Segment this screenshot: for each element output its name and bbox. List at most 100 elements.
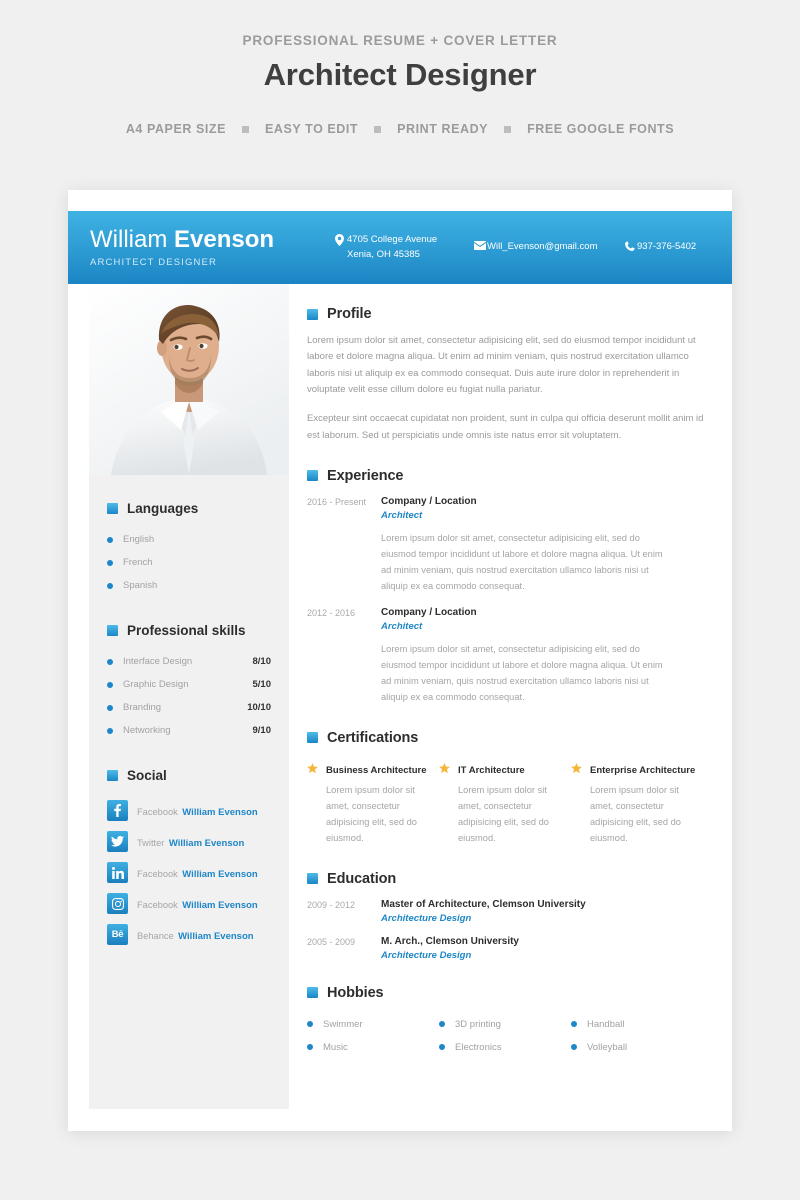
bullet-icon bbox=[107, 727, 113, 734]
entry-date: 2012 - 2016 bbox=[307, 607, 356, 618]
section-marker-icon bbox=[307, 987, 318, 999]
bullet-icon bbox=[107, 559, 113, 566]
social-text: Facebook William Evenson bbox=[137, 899, 258, 911]
list-item: Electronics bbox=[439, 1036, 571, 1059]
bullet-icon bbox=[107, 582, 113, 589]
profile-paragraph: Excepteur sint occaecat cupidatat non pr… bbox=[307, 413, 704, 441]
section-hobbies: Hobbies Swimmer 3D printing Handball Mus… bbox=[307, 985, 711, 1059]
bullet-icon bbox=[307, 1044, 313, 1051]
promo-banner: PROFESSIONAL RESUME + COVER LETTER Archi… bbox=[0, 0, 800, 136]
bullet-icon bbox=[307, 1021, 313, 1028]
contact-phone[interactable]: 937-376-5402 bbox=[622, 240, 732, 255]
job-role: ARCHITECT DESIGNER bbox=[90, 257, 217, 269]
profile-photo bbox=[89, 284, 289, 475]
languages-title: Languages bbox=[127, 501, 199, 516]
social-text: Facebook William Evenson bbox=[137, 806, 258, 818]
linkedin-icon bbox=[107, 862, 128, 883]
bullet-icon bbox=[107, 704, 113, 711]
first-name: William bbox=[90, 225, 168, 253]
experience-title: Experience bbox=[327, 467, 404, 484]
entry-title: M. Arch., Clemson University bbox=[381, 935, 519, 947]
profile-heading: Profile bbox=[307, 306, 711, 322]
certifications-heading: Certifications bbox=[307, 730, 711, 746]
bullet-icon bbox=[107, 536, 113, 543]
sidebar-section-skills: Professional skills Interface Design 8/1… bbox=[107, 623, 271, 742]
list-item: 3D printing bbox=[439, 1013, 571, 1036]
entry-subtitle: Architecture Design bbox=[381, 912, 472, 924]
list-item: Music bbox=[307, 1036, 439, 1059]
list-item: Branding 10/10 bbox=[107, 696, 271, 719]
social-link-facebook[interactable]: Facebook William Evenson bbox=[107, 795, 271, 826]
social-link-instagram[interactable]: Facebook William Evenson bbox=[107, 888, 271, 919]
main-column: Profile Lorem ipsum dolor sit amet, cons… bbox=[307, 306, 711, 1059]
list-item: Graphic Design 5/10 bbox=[107, 673, 271, 696]
promo-feature: FREE GOOGLE FONTS bbox=[527, 122, 675, 136]
entry-title: Master of Architecture, Clemson Universi… bbox=[381, 898, 586, 910]
section-profile: Profile Lorem ipsum dolor sit amet, cons… bbox=[307, 306, 711, 444]
social-text: Facebook William Evenson bbox=[137, 868, 258, 880]
star-icon bbox=[571, 760, 582, 847]
education-entry: 2005 - 2009 M. Arch., Clemson University… bbox=[307, 936, 711, 961]
skills-title: Professional skills bbox=[127, 623, 246, 638]
sidebar-section-languages: Languages English French Spanish bbox=[107, 501, 271, 597]
bullet-icon bbox=[439, 1021, 445, 1028]
social-title: Social bbox=[127, 768, 167, 783]
resume-header-band: William Evenson ARCHITECT DESIGNER 4705 … bbox=[68, 211, 732, 284]
list-item: Networking 9/10 bbox=[107, 719, 271, 742]
section-marker-icon bbox=[307, 873, 318, 885]
left-column: Languages English French Spanish Profess… bbox=[89, 284, 289, 1109]
hobby-list: Swimmer 3D printing Handball Music Elect… bbox=[307, 1013, 711, 1059]
social-link-twitter[interactable]: Twitter William Evenson bbox=[107, 826, 271, 857]
certification-description: Lorem ipsum dolor sit amet, consectetur … bbox=[326, 784, 417, 843]
promo-feature: A4 PAPER SIZE bbox=[125, 122, 227, 136]
feature-separator-icon bbox=[242, 125, 250, 133]
section-education: Education 2009 - 2012 Master of Architec… bbox=[307, 871, 711, 961]
location-pin-icon bbox=[332, 233, 347, 246]
section-marker-icon bbox=[307, 470, 318, 482]
social-link-linkedin[interactable]: Facebook William Evenson bbox=[107, 857, 271, 888]
certification-description: Lorem ipsum dolor sit amet, consectetur … bbox=[458, 784, 549, 843]
skills-heading: Professional skills bbox=[107, 623, 271, 638]
certification-description: Lorem ipsum dolor sit amet, consectetur … bbox=[590, 784, 681, 843]
entry-description: Lorem ipsum dolor sit amet, consectetur … bbox=[381, 643, 663, 702]
entry-title: Company / Location bbox=[381, 495, 477, 507]
education-entry: 2009 - 2012 Master of Architecture, Clem… bbox=[307, 899, 711, 924]
phone-value: 937-376-5402 bbox=[637, 241, 697, 253]
bullet-icon bbox=[107, 681, 113, 688]
email-value: Will_Evenson@gmail.com bbox=[487, 241, 598, 253]
section-marker-icon bbox=[107, 625, 118, 636]
entry-date: 2016 - Present bbox=[307, 496, 367, 507]
feature-separator-icon bbox=[374, 125, 382, 133]
promo-feature-list: A4 PAPER SIZE EASY TO EDIT PRINT READY F… bbox=[0, 122, 800, 136]
full-name: William Evenson bbox=[90, 227, 332, 252]
list-item: Handball bbox=[571, 1013, 703, 1036]
entry-date: 2009 - 2012 bbox=[307, 899, 356, 910]
social-link-behance[interactable]: Bē Behance William Evenson bbox=[107, 919, 271, 950]
contact-email[interactable]: Will_Evenson@gmail.com bbox=[472, 240, 622, 255]
list-item: Volleyball bbox=[571, 1036, 703, 1059]
promo-feature: EASY TO EDIT bbox=[265, 122, 359, 136]
social-heading: Social bbox=[107, 768, 271, 783]
hobbies-title: Hobbies bbox=[327, 984, 384, 1001]
page-title: Architect Designer bbox=[263, 57, 537, 92]
phone-icon bbox=[622, 240, 637, 252]
list-item: French bbox=[107, 551, 271, 574]
list-item: Spanish bbox=[107, 574, 271, 597]
entry-subtitle: Architect bbox=[381, 620, 423, 632]
section-marker-icon bbox=[107, 770, 118, 781]
list-item: Interface Design 8/10 bbox=[107, 650, 271, 673]
certification-list: Business Architecture Lorem ipsum dolor … bbox=[307, 760, 711, 847]
entry-date: 2005 - 2009 bbox=[307, 936, 356, 947]
bullet-icon bbox=[571, 1044, 577, 1051]
last-name: Evenson bbox=[174, 225, 275, 253]
section-certifications: Certifications Business Architecture Lor… bbox=[307, 730, 711, 847]
certification-title: Enterprise Architecture bbox=[590, 764, 696, 776]
entry-description: Lorem ipsum dolor sit amet, consectetur … bbox=[381, 532, 663, 591]
certifications-title: Certifications bbox=[327, 729, 419, 746]
star-icon bbox=[439, 760, 450, 847]
profile-title: Profile bbox=[327, 306, 372, 322]
star-icon bbox=[307, 760, 318, 847]
experience-entry: 2016 - Present Company / Location Archit… bbox=[307, 496, 711, 595]
entry-subtitle: Architecture Design bbox=[381, 949, 472, 961]
certification-title: IT Architecture bbox=[458, 764, 525, 776]
